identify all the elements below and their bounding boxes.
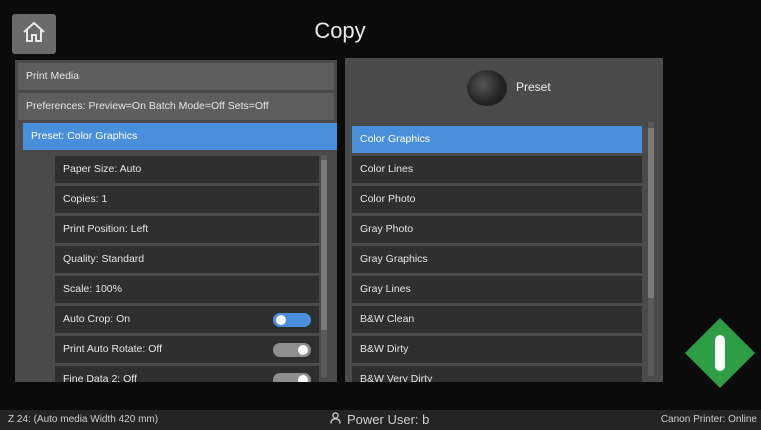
- start-button[interactable]: [683, 316, 757, 390]
- start-diamond-icon: [685, 318, 755, 388]
- user-status: Power User: b: [330, 410, 429, 430]
- fine-data-toggle[interactable]: [273, 373, 311, 382]
- fine-data-label: Fine Data 2: Off: [63, 373, 137, 382]
- print-auto-rotate-label: Print Auto Rotate: Off: [63, 343, 163, 355]
- media-status: Z 24: (Auto media Width 420 mm): [8, 414, 159, 425]
- preset-item-bw-clean[interactable]: B&W Clean: [352, 306, 642, 333]
- printer-status: Canon Printer: Online: [660, 414, 757, 425]
- scale-row[interactable]: Scale: 100%: [55, 276, 319, 303]
- print-media-row[interactable]: Print Media: [18, 63, 334, 90]
- user-icon: [330, 410, 341, 430]
- preset-item-gray-lines[interactable]: Gray Lines: [352, 276, 642, 303]
- preset-item-gray-photo[interactable]: Gray Photo: [352, 216, 642, 243]
- copies-row[interactable]: Copies: 1: [55, 186, 319, 213]
- quality-row[interactable]: Quality: Standard: [55, 246, 319, 273]
- preset-item-bw-dirty[interactable]: B&W Dirty: [352, 336, 642, 363]
- status-bar: Z 24: (Auto media Width 420 mm) Power Us…: [0, 410, 761, 430]
- toggle-knob: [298, 345, 308, 355]
- preset-item-bw-very-dirty[interactable]: B&W Very Dirty: [352, 366, 642, 382]
- preset-item-color-photo[interactable]: Color Photo: [352, 186, 642, 213]
- toggle-knob: [298, 375, 308, 382]
- preset-row[interactable]: Preset: Color Graphics: [23, 123, 337, 150]
- print-auto-rotate-toggle[interactable]: [273, 343, 311, 357]
- preset-knob-icon[interactable]: [467, 70, 507, 106]
- print-auto-rotate-row[interactable]: Print Auto Rotate: Off: [55, 336, 319, 363]
- settings-scrollbar-thumb[interactable]: [321, 160, 327, 330]
- preset-panel: Preset Color Graphics Color Lines Color …: [345, 58, 663, 382]
- fine-data-row[interactable]: Fine Data 2: Off: [55, 366, 319, 382]
- preset-item-gray-graphics[interactable]: Gray Graphics: [352, 246, 642, 273]
- preset-item-color-graphics[interactable]: Color Graphics: [352, 126, 642, 153]
- user-label: Power User: b: [347, 412, 430, 427]
- preset-scrollbar-thumb[interactable]: [648, 128, 654, 298]
- auto-crop-label: Auto Crop: On: [63, 313, 131, 325]
- preset-item-color-lines[interactable]: Color Lines: [352, 156, 642, 183]
- preferences-row[interactable]: Preferences: Preview=On Batch Mode=Off S…: [18, 93, 334, 120]
- paper-size-row[interactable]: Paper Size: Auto: [55, 156, 319, 183]
- print-position-row[interactable]: Print Position: Left: [55, 216, 319, 243]
- preset-label: Preset: [516, 80, 551, 94]
- auto-crop-row[interactable]: Auto Crop: On: [55, 306, 319, 333]
- settings-panel: Print Media Preferences: Preview=On Batc…: [15, 60, 337, 382]
- auto-crop-toggle[interactable]: [273, 313, 311, 327]
- page-title: Copy: [314, 18, 366, 43]
- toggle-knob: [276, 315, 286, 325]
